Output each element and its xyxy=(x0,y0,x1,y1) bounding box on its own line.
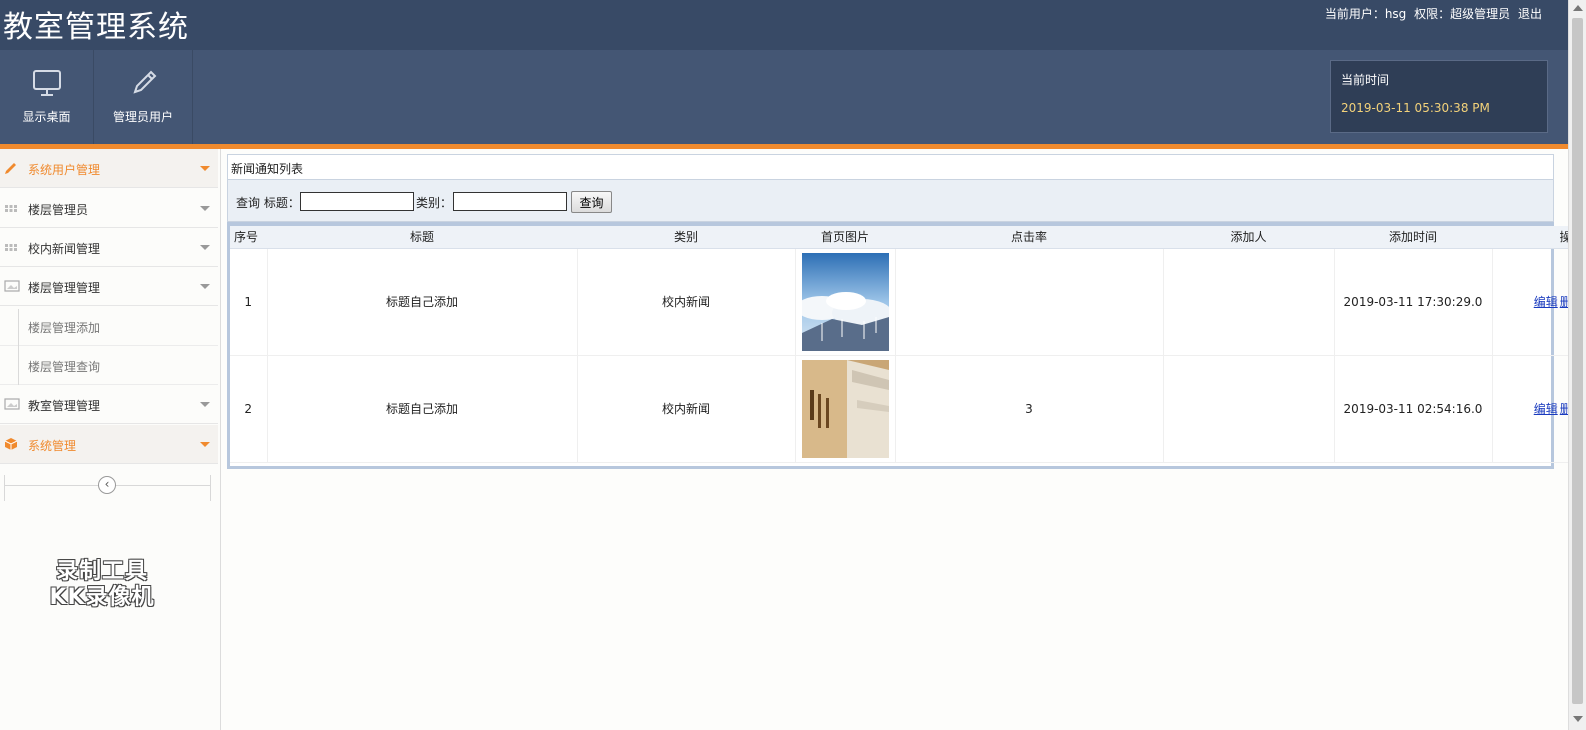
divider xyxy=(4,475,5,501)
sidebar-item-label: 系统管理 xyxy=(28,439,77,453)
edit-link[interactable]: 编辑 xyxy=(1534,402,1558,416)
search-button[interactable]: 查询 xyxy=(571,191,612,213)
title-search-label: 查询 标题： xyxy=(236,196,300,210)
current-time-box: 当前时间 2019-03-11 05:30:38 PM xyxy=(1330,60,1548,133)
submenu-guide-line xyxy=(18,309,19,385)
user-permission: 权限：超级管理员 xyxy=(1414,7,1511,21)
row-title: 标题自己添加 xyxy=(267,355,578,463)
chevron-down-icon xyxy=(200,284,210,289)
category-search-label: 类别： xyxy=(416,196,453,210)
show-desktop-label: 显示桌面 xyxy=(22,110,71,124)
chevron-down-icon xyxy=(200,206,210,211)
sidebar-item-classroom-management[interactable]: 教室管理管理 xyxy=(0,385,218,424)
edit-link[interactable]: 编辑 xyxy=(1534,295,1558,309)
panel-title: 新闻通知列表 xyxy=(227,154,1554,180)
current-time-value: 2019-03-11 05:30:38 PM xyxy=(1341,101,1490,115)
column-header: 点击率 xyxy=(895,226,1163,249)
sidebar-item-label: 系统用户管理 xyxy=(28,163,101,177)
pencil-icon xyxy=(5,163,16,174)
sidebar-item-campus-news[interactable]: 校内新闻管理 xyxy=(0,228,218,267)
recorder-watermark: 录制工具 KK录像机 xyxy=(32,559,172,611)
table-row: 1 标题自己添加 校内新闻 2019-03-11 17:30:29.0 编辑 xyxy=(230,248,1586,356)
row-number: 2 xyxy=(230,355,268,463)
row-category: 校内新闻 xyxy=(577,355,796,463)
sidebar-item-system-users[interactable]: 系统用户管理 xyxy=(0,149,218,188)
scroll-down-icon[interactable] xyxy=(1573,716,1583,722)
table-header-row: 序号 标题 类别 首页图片 点击率 添加人 添加时间 操作 xyxy=(230,226,1586,249)
toolbar: 显示桌面 管理员用户 当前时间 2019-03-11 05:30:38 PM xyxy=(0,50,1568,144)
monitor-icon xyxy=(32,70,61,96)
logout-link[interactable]: 退出 xyxy=(1518,7,1542,21)
sidebar-item-label: 教室管理管理 xyxy=(28,399,101,413)
chevron-down-icon xyxy=(200,245,210,250)
sidebar-item-label: 楼层管理员 xyxy=(28,203,89,217)
sidebar-subitem-floor-add[interactable]: 楼层管理添加 xyxy=(0,307,218,346)
pencil-icon xyxy=(133,70,157,94)
row-time: 2019-03-11 02:54:16.0 xyxy=(1334,355,1493,463)
column-header: 添加人 xyxy=(1163,226,1334,249)
sidebar-collapse-row: ‹ xyxy=(4,475,211,505)
row-adder xyxy=(1163,248,1335,356)
vertical-scrollbar[interactable] xyxy=(1568,0,1586,730)
table-row: 2 标题自己添加 校内新闻 3 2019-03-11 02:54:16.0 编辑 xyxy=(230,355,1586,463)
accent-divider xyxy=(0,144,1568,149)
book-pages-thumbnail xyxy=(801,359,889,458)
row-image-cell xyxy=(795,355,896,463)
sidebar-subitem-label: 楼层管理添加 xyxy=(28,321,101,335)
admin-user-button[interactable]: 管理员用户 xyxy=(94,50,193,144)
row-clicks xyxy=(895,248,1164,356)
title-search-input[interactable] xyxy=(300,192,414,211)
chevron-left-icon[interactable]: ‹ xyxy=(98,476,116,494)
sidebar-item-system-management[interactable]: 系统管理 xyxy=(0,425,218,464)
column-header: 类别 xyxy=(577,226,795,249)
watermark-line1: 录制工具 xyxy=(55,559,148,584)
user-info: 当前用户：hsg 权限：超级管理员 退出 xyxy=(1321,5,1542,22)
app-title: 教室管理系统 xyxy=(3,10,189,45)
sidebar-item-floor-admin[interactable]: 楼层管理员 xyxy=(0,189,218,228)
admin-user-label: 管理员用户 xyxy=(112,110,173,124)
chevron-down-icon xyxy=(200,166,210,171)
search-bar: 查询 标题： 类别： 查询 xyxy=(227,180,1554,222)
sidebar-item-label: 楼层管理管理 xyxy=(28,281,101,295)
grid-icon xyxy=(5,205,17,212)
sidebar-item-label: 校内新闻管理 xyxy=(28,242,101,256)
category-search-input[interactable] xyxy=(453,192,567,211)
current-time-label: 当前时间 xyxy=(1341,73,1390,87)
current-user: 当前用户：hsg xyxy=(1324,7,1407,21)
top-header: 教室管理系统 当前用户：hsg 权限：超级管理员 退出 xyxy=(0,0,1568,50)
column-header: 序号 xyxy=(230,226,267,249)
picture-icon xyxy=(4,398,20,410)
sidebar-subitem-label: 楼层管理查询 xyxy=(28,360,101,374)
sidebar-subitem-floor-query[interactable]: 楼层管理查询 xyxy=(0,346,218,385)
scroll-up-icon[interactable] xyxy=(1573,5,1583,11)
main-content: 新闻通知列表 查询 标题： 类别： 查询 序号 标题 类别 首页图片 点击率 添… xyxy=(227,154,1586,730)
sidebar-item-floor-management[interactable]: 楼层管理管理 xyxy=(0,267,218,306)
grid-icon xyxy=(5,244,17,251)
sidebar: 系统用户管理 楼层管理员 校内新闻管理 楼层管理管理 楼层管理添加 楼层管理查询 xyxy=(0,149,221,730)
column-header: 标题 xyxy=(267,226,577,249)
divider xyxy=(210,475,211,501)
picture-icon xyxy=(4,280,20,292)
chevron-down-icon xyxy=(200,442,210,447)
row-clicks: 3 xyxy=(895,355,1164,463)
row-time: 2019-03-11 17:30:29.0 xyxy=(1334,248,1493,356)
chevron-down-icon xyxy=(200,402,210,407)
show-desktop-button[interactable]: 显示桌面 xyxy=(0,50,94,144)
row-adder xyxy=(1163,355,1335,463)
row-title: 标题自己添加 xyxy=(267,248,578,356)
box-icon xyxy=(4,438,18,450)
scrollbar-thumb[interactable] xyxy=(1572,18,1583,704)
news-table-container: 序号 标题 类别 首页图片 点击率 添加人 添加时间 操作 1 标题自己添加 校… xyxy=(227,222,1586,469)
row-category: 校内新闻 xyxy=(577,248,796,356)
column-header: 添加时间 xyxy=(1334,226,1492,249)
row-number: 1 xyxy=(230,248,268,356)
watermark-line2: KK录像机 xyxy=(49,585,155,610)
wind-turbine-sky-thumbnail xyxy=(801,252,889,351)
row-image-cell xyxy=(795,248,896,356)
column-header: 首页图片 xyxy=(795,226,895,249)
news-table: 序号 标题 类别 首页图片 点击率 添加人 添加时间 操作 1 标题自己添加 校… xyxy=(230,226,1586,463)
